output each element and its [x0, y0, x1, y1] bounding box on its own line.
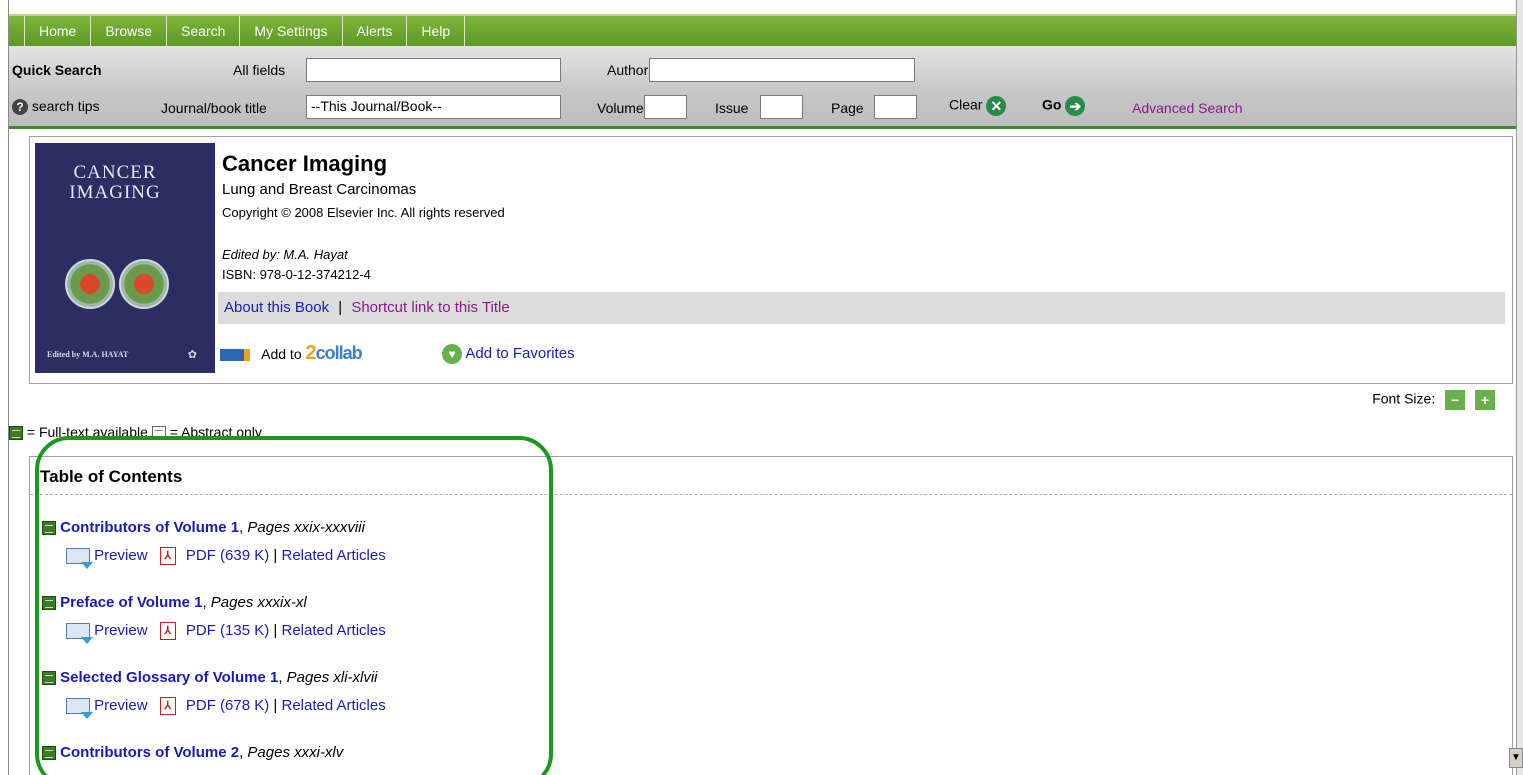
clear-label: Clear — [949, 96, 983, 113]
tab-help[interactable]: Help — [407, 16, 466, 46]
page-label: Page — [831, 100, 864, 116]
font-increase-icon[interactable]: + — [1475, 390, 1495, 410]
2collab-icon — [220, 349, 250, 362]
page-input[interactable] — [874, 95, 917, 119]
vertical-scrollbar[interactable] — [1516, 0, 1523, 775]
add-to-2collab-button[interactable]: Add to 2collab — [220, 342, 363, 365]
book-isbn: ISBN: 978-0-12-374212-4 — [222, 267, 371, 282]
tab-alerts[interactable]: Alerts — [343, 16, 408, 46]
search-tips-link[interactable]: ? search tips — [12, 98, 100, 116]
scroll-down-arrow-icon[interactable]: ▼ — [1509, 748, 1523, 768]
help-icon: ? — [12, 99, 28, 116]
add-to-label: Add to — [261, 346, 302, 362]
journal-title-label: Journal/book title — [161, 100, 267, 116]
book-info-panel: CANCER IMAGING Edited by M.A. HAYAT ✿ Ca… — [29, 136, 1513, 384]
cover-title-line2: IMAGING — [69, 182, 161, 203]
clear-x-icon: ✕ — [986, 96, 1007, 116]
toc-highlight-annotation — [35, 436, 553, 775]
page: Home Browse Search My Settings Alerts He… — [8, 0, 1517, 775]
go-button[interactable]: Go ➔ — [1042, 96, 1086, 116]
tab-my-settings[interactable]: My Settings — [240, 16, 343, 46]
cover-editor: Edited by M.A. HAYAT — [47, 350, 129, 359]
main-nav: Home Browse Search My Settings Alerts He… — [9, 14, 1517, 47]
book-title: Cancer Imaging — [222, 151, 388, 176]
go-arrow-icon: ➔ — [1065, 96, 1086, 116]
search-tips-label: search tips — [31, 98, 100, 114]
journal-title-input[interactable]: --This Journal/Book-- — [306, 95, 561, 119]
volume-input[interactable] — [644, 95, 687, 119]
author-label: Author — [607, 62, 649, 78]
all-fields-input[interactable] — [306, 58, 561, 82]
all-fields-label: All fields — [233, 62, 286, 78]
book-subtitle: Lung and Breast Carcinomas — [222, 181, 417, 198]
font-size-label: Font Size: — [1372, 390, 1436, 407]
author-input[interactable] — [649, 58, 915, 82]
book-links-bar: About this Book | Shortcut link to this … — [218, 292, 1505, 324]
full-text-doc-icon — [9, 426, 23, 441]
book-copyright: Copyright © 2008 Elsevier Inc. All right… — [222, 205, 505, 220]
cover-lung-image-left — [65, 259, 115, 309]
issue-input[interactable] — [760, 95, 803, 119]
2collab-logo: 2collab — [305, 342, 363, 364]
shortcut-link[interactable]: Shortcut link to this Title — [351, 299, 509, 316]
add-to-favorites-label: Add to Favorites — [465, 344, 575, 362]
advanced-search-link[interactable]: Advanced Search — [1132, 100, 1243, 116]
link-separator: | — [338, 299, 343, 316]
about-this-book-link[interactable]: About this Book — [224, 299, 329, 316]
tab-browse[interactable]: Browse — [91, 16, 168, 46]
add-to-favorites-button[interactable]: ♥ Add to Favorites — [442, 344, 575, 364]
volume-label: Volume — [597, 100, 644, 116]
font-size-control: Font Size: − + — [1372, 390, 1495, 410]
go-label: Go — [1042, 96, 1062, 113]
quick-search-label: Quick Search — [12, 62, 102, 78]
heart-icon: ♥ — [442, 344, 462, 364]
quick-search-bar: Quick Search All fields Author ? search … — [9, 46, 1517, 129]
tab-home[interactable]: Home — [24, 16, 92, 46]
book-editor: Edited by: M.A. Hayat — [222, 247, 348, 262]
issue-label: Issue — [715, 100, 749, 116]
font-decrease-icon[interactable]: − — [1445, 390, 1466, 410]
clear-button[interactable]: Clear ✕ — [949, 96, 1007, 116]
cover-title-line1: CANCER — [73, 162, 157, 183]
cover-lung-image-right — [119, 259, 169, 309]
book-cover-image: CANCER IMAGING Edited by M.A. HAYAT ✿ — [35, 143, 215, 373]
publisher-logo-icon: ✿ — [187, 349, 197, 361]
tab-search[interactable]: Search — [167, 16, 241, 46]
